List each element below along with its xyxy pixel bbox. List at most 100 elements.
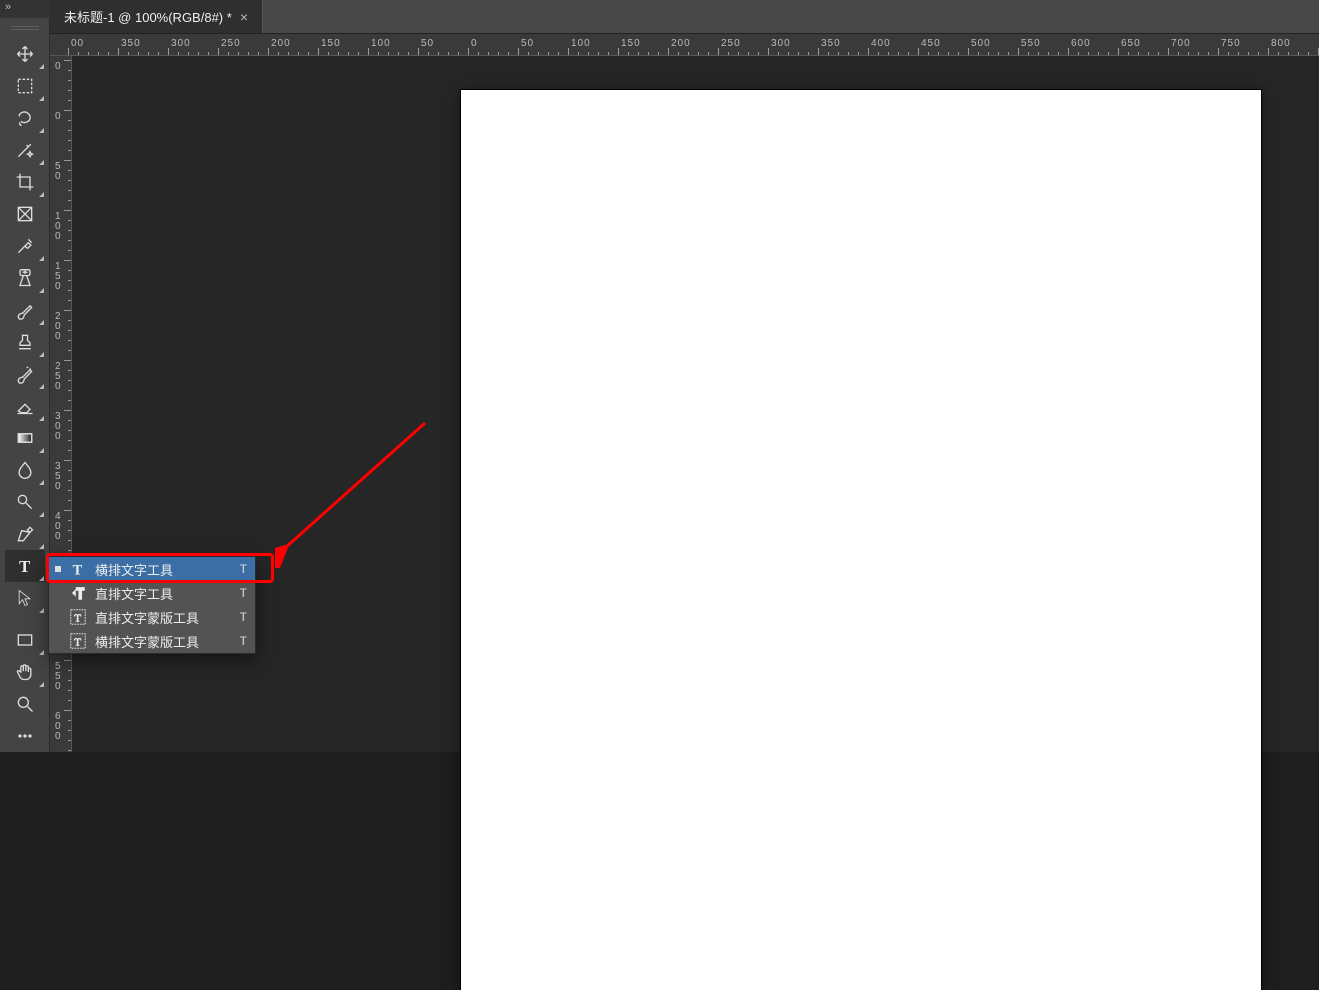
ruler-minor-tick xyxy=(1188,34,1189,56)
ruler-minor-tick xyxy=(628,34,629,56)
ruler-minor-tick xyxy=(258,34,259,56)
ruler-tick-label: 150 xyxy=(55,262,61,292)
dodge-tool[interactable] xyxy=(5,486,45,518)
eyedropper-tool-icon xyxy=(15,236,35,256)
ruler-minor-tick xyxy=(1098,34,1099,56)
ruler-tick-label: 300 xyxy=(55,412,61,442)
eyedropper-tool[interactable] xyxy=(5,230,45,262)
ruler-minor-tick xyxy=(608,34,609,56)
ruler-minor-tick xyxy=(348,34,349,56)
ruler-tick: 250 xyxy=(718,34,719,56)
ruler-tick: 150 xyxy=(318,34,319,56)
move-tool-icon xyxy=(15,44,35,64)
brush-tool[interactable] xyxy=(5,294,45,326)
ruler-minor-tick xyxy=(1008,34,1009,56)
ruler-tick: 350 xyxy=(118,34,119,56)
ruler-tick-label: 600 xyxy=(55,712,61,742)
ruler-minor-tick xyxy=(878,34,879,56)
flyout-item-label: 横排文字蒙版工具 xyxy=(95,632,232,651)
ruler-tick: 200 xyxy=(668,34,669,56)
toolbar-grip[interactable] xyxy=(11,26,39,32)
ruler-tick-label: 250 xyxy=(55,362,61,392)
svg-text:T: T xyxy=(19,557,30,576)
ruler-minor-tick xyxy=(908,34,909,56)
ruler-minor-tick xyxy=(1208,34,1209,56)
history-brush-tool-icon xyxy=(15,364,35,384)
frame-tool-icon xyxy=(15,204,35,224)
flyout-item[interactable]: 直排文字工具T xyxy=(49,581,255,605)
pen-tool[interactable] xyxy=(5,518,45,550)
stamp-tool-icon xyxy=(15,332,35,352)
ruler-minor-tick xyxy=(1078,34,1079,56)
ruler-tick: 150 xyxy=(618,34,619,56)
ruler-tick-label: 0 xyxy=(55,62,61,72)
flyout-item-icon: T xyxy=(69,560,87,578)
ruler-tick: 100 xyxy=(368,34,369,56)
lasso-tool[interactable] xyxy=(5,102,45,134)
ruler-minor-tick xyxy=(458,34,459,56)
canvas-area[interactable] xyxy=(72,56,1319,752)
frame-tool[interactable] xyxy=(5,198,45,230)
ruler-minor-tick xyxy=(558,34,559,56)
ruler-minor-tick xyxy=(678,34,679,56)
artboard[interactable] xyxy=(461,90,1261,990)
ruler-minor-tick xyxy=(298,34,299,56)
ruler-minor-tick xyxy=(888,34,889,56)
stamp-tool[interactable] xyxy=(5,326,45,358)
flyout-item-label: 直排文字工具 xyxy=(95,584,232,603)
magic-wand-tool[interactable] xyxy=(5,134,45,166)
eraser-tool[interactable] xyxy=(5,390,45,422)
marquee-tool[interactable] xyxy=(5,70,45,102)
ruler-minor-tick xyxy=(658,34,659,56)
close-icon[interactable]: × xyxy=(240,9,248,25)
hand-tool[interactable] xyxy=(5,656,45,688)
svg-text:T: T xyxy=(74,613,81,625)
ruler-minor-tick xyxy=(278,34,279,56)
ruler-minor-tick xyxy=(1198,34,1199,56)
ruler-minor-tick xyxy=(208,34,209,56)
zoom-tool[interactable] xyxy=(5,688,45,720)
ruler-minor-tick xyxy=(928,34,929,56)
magic-wand-tool-icon xyxy=(15,140,35,160)
blur-tool[interactable] xyxy=(5,454,45,486)
ruler-minor-tick xyxy=(638,34,639,56)
document-tab-title: 未标题-1 @ 100%(RGB/8#) * xyxy=(64,7,232,26)
ruler-tick-label: 100 xyxy=(55,212,61,242)
ruler-minor-tick xyxy=(1258,34,1259,56)
gradient-tool[interactable] xyxy=(5,422,45,454)
ruler-minor-tick xyxy=(578,34,579,56)
svg-text:T: T xyxy=(73,562,83,578)
ruler-tick: 800 xyxy=(1268,34,1269,56)
ruler-minor-tick xyxy=(988,34,989,56)
crop-tool[interactable] xyxy=(5,166,45,198)
ruler-tick-label: 0 xyxy=(471,38,478,49)
marquee-tool-icon xyxy=(15,76,35,96)
flyout-item[interactable]: T横排文字工具T xyxy=(49,557,255,581)
ruler-minor-tick xyxy=(1108,34,1109,56)
document-tab[interactable]: 未标题-1 @ 100%(RGB/8#) * × xyxy=(50,0,263,33)
ruler-minor-tick xyxy=(798,34,799,56)
ruler-minor-tick xyxy=(1178,34,1179,56)
ruler-minor-tick xyxy=(308,34,309,56)
ruler-minor-tick xyxy=(778,34,779,56)
more-tool[interactable] xyxy=(5,720,45,752)
path-select-tool[interactable] xyxy=(5,582,45,614)
history-brush-tool[interactable] xyxy=(5,358,45,390)
type-tool[interactable]: T xyxy=(5,550,45,582)
ruler-minor-tick xyxy=(1298,34,1299,56)
ruler-minor-tick xyxy=(488,34,489,56)
expand-glyph: » xyxy=(5,1,11,13)
flyout-item[interactable]: T直排文字蒙版工具T xyxy=(49,605,255,629)
ruler-minor-tick xyxy=(288,34,289,56)
ruler-tick: 50 xyxy=(418,34,419,56)
rectangle-tool[interactable] xyxy=(5,624,45,656)
expand-panel-button[interactable]: » xyxy=(0,0,50,18)
flyout-item[interactable]: T横排文字蒙版工具T xyxy=(49,629,255,653)
pen-tool-icon xyxy=(15,524,35,544)
healing-tool[interactable] xyxy=(5,262,45,294)
ruler-minor-tick xyxy=(958,34,959,56)
ruler-minor-tick xyxy=(1048,34,1049,56)
move-tool[interactable] xyxy=(5,38,45,70)
horizontal-ruler[interactable]: 0035030025020015010050050100150200250300… xyxy=(50,34,1319,56)
ruler-minor-tick xyxy=(138,34,139,56)
